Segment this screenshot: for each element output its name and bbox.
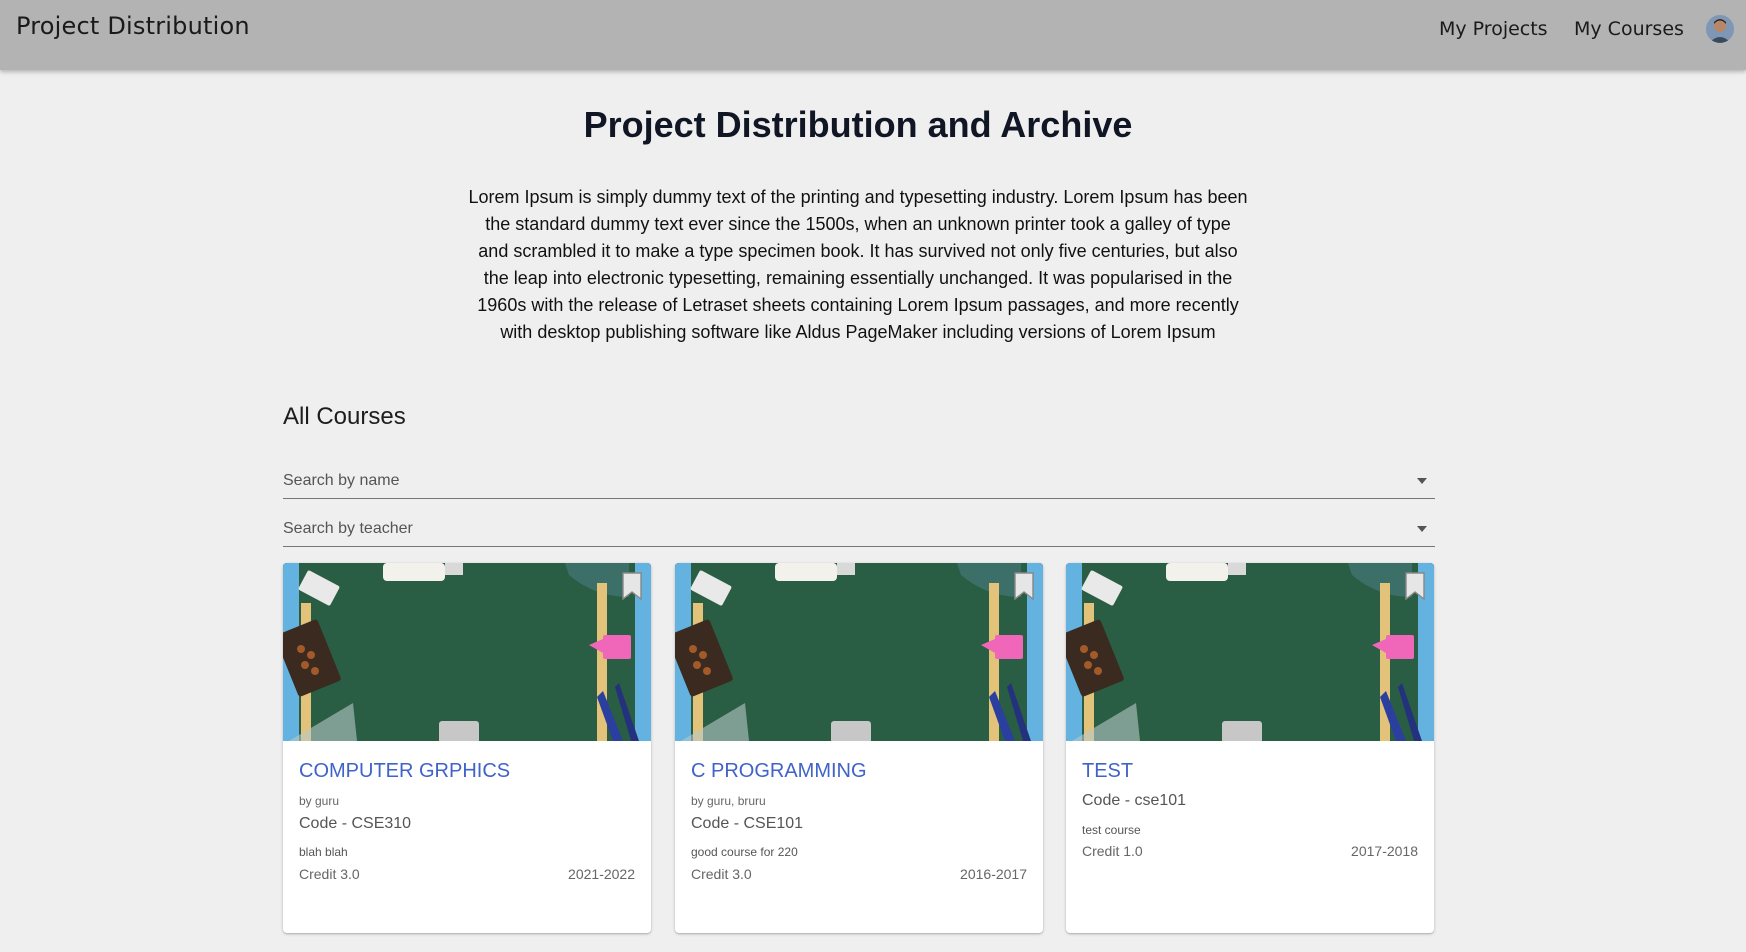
course-title-link[interactable]: COMPUTER GRPHICS bbox=[299, 760, 510, 783]
user-avatar[interactable] bbox=[1706, 15, 1734, 43]
section-title-all-courses: All Courses bbox=[283, 403, 406, 430]
course-description: good course for 220 bbox=[691, 845, 798, 859]
search-by-name-field[interactable] bbox=[283, 466, 1435, 499]
course-cover-image bbox=[283, 563, 651, 741]
course-title-link[interactable]: C PROGRAMMING bbox=[691, 760, 867, 783]
course-code: Code - CSE101 bbox=[691, 815, 804, 832]
bookmark-icon[interactable] bbox=[1404, 572, 1426, 600]
brand-title[interactable]: Project Distribution bbox=[16, 12, 250, 40]
bookmark-icon[interactable] bbox=[1013, 572, 1035, 600]
course-code: Code - cse101 bbox=[1082, 792, 1187, 809]
course-code: Code - CSE310 bbox=[299, 815, 412, 832]
course-session: 2021-2022 bbox=[568, 866, 635, 882]
search-by-name-input[interactable] bbox=[283, 466, 1393, 496]
page-description: Lorem Ipsum is simply dummy text of the … bbox=[468, 187, 1248, 342]
course-credit: Credit 1.0 bbox=[1082, 843, 1143, 859]
course-teachers: by guru bbox=[299, 794, 340, 808]
page-title: Project Distribution and Archive bbox=[583, 104, 1133, 145]
course-cover-image bbox=[675, 563, 1043, 741]
course-session: 2016-2017 bbox=[960, 866, 1027, 882]
course-description: blah blah bbox=[299, 845, 348, 859]
course-card[interactable]: COMPUTER GRPHICS by guru Code - CSE310 b… bbox=[283, 563, 651, 933]
nav-my-projects[interactable]: My Projects bbox=[1439, 18, 1548, 40]
nav-my-courses[interactable]: My Courses bbox=[1574, 18, 1684, 40]
course-session: 2017-2018 bbox=[1351, 843, 1418, 859]
bookmark-icon[interactable] bbox=[621, 572, 643, 600]
top-navbar: Project Distribution My Projects My Cour… bbox=[0, 0, 1746, 70]
course-description: test course bbox=[1082, 823, 1141, 837]
course-cover-image bbox=[1066, 563, 1434, 741]
search-by-teacher-field[interactable] bbox=[283, 514, 1435, 547]
course-credit: Credit 3.0 bbox=[691, 866, 752, 882]
search-by-teacher-input[interactable] bbox=[283, 514, 1393, 544]
course-credit: Credit 3.0 bbox=[299, 866, 360, 882]
chevron-down-icon[interactable] bbox=[1417, 478, 1427, 484]
course-teachers: by guru, bruru bbox=[691, 794, 766, 808]
course-card[interactable]: TEST Code - cse101 test course Credit 1.… bbox=[1066, 563, 1434, 933]
chevron-down-icon[interactable] bbox=[1417, 526, 1427, 532]
course-card[interactable]: C PROGRAMMING by guru, bruru Code - CSE1… bbox=[675, 563, 1043, 933]
course-title-link[interactable]: TEST bbox=[1082, 760, 1133, 783]
